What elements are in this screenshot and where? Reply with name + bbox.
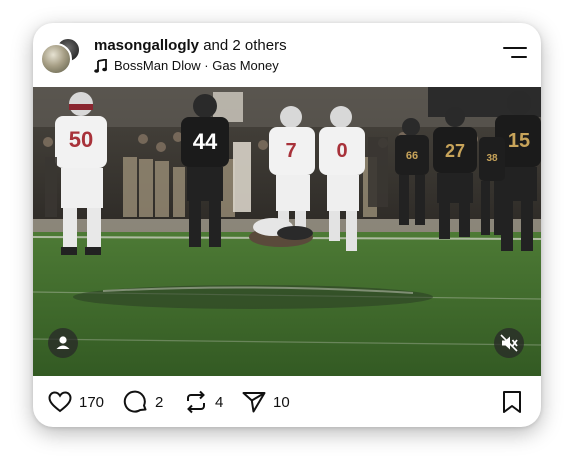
- music-note-icon: [94, 58, 107, 73]
- comment-count: 2: [155, 393, 164, 411]
- action-bar: 170 2 4 10: [33, 376, 541, 427]
- svg-text:44: 44: [193, 129, 218, 154]
- repost-count: 4: [215, 393, 224, 411]
- avatar: [40, 43, 72, 75]
- user-tag-icon: [56, 336, 70, 349]
- music-info[interactable]: BossMan Dlow · Gas Money: [94, 58, 279, 73]
- repost-icon: [187, 390, 205, 414]
- user-tag-button[interactable]: [48, 328, 78, 358]
- share-count: 10: [273, 393, 290, 411]
- repost-button[interactable]: 4: [183, 389, 223, 415]
- svg-text:0: 0: [336, 140, 347, 162]
- comment-icon: [123, 390, 147, 413]
- heart-icon: [48, 391, 72, 413]
- mute-button[interactable]: [494, 328, 524, 358]
- menu-icon[interactable]: [503, 45, 527, 61]
- like-count: 170: [79, 393, 105, 411]
- svg-text:66: 66: [406, 150, 418, 162]
- like-button[interactable]: 170: [47, 389, 104, 415]
- svg-text:38: 38: [486, 153, 498, 164]
- username[interactable]: masongallogly: [94, 37, 199, 54]
- share-icon: [242, 392, 266, 413]
- svg-text:50: 50: [69, 127, 93, 152]
- svg-text:27: 27: [445, 141, 465, 161]
- avatar-group[interactable]: [40, 37, 82, 79]
- bookmark-icon[interactable]: [499, 389, 525, 415]
- mute-icon: [500, 334, 518, 352]
- svg-text:15: 15: [508, 130, 530, 152]
- post-card: masongallogly and 2 others BossMan Dlow …: [33, 23, 541, 427]
- music-track: BossMan Dlow · Gas Money: [114, 58, 279, 73]
- author-line[interactable]: masongallogly and 2 others: [94, 37, 287, 54]
- comment-button[interactable]: 2: [123, 389, 163, 415]
- svg-text:7: 7: [285, 140, 296, 162]
- post-photo[interactable]: 50 7 0 44 27 15 66 38: [33, 87, 541, 376]
- football-scene: 50 7 0 44 27 15 66 38: [33, 87, 541, 376]
- post-header: masongallogly and 2 others BossMan Dlow …: [33, 23, 541, 87]
- coauthors-text[interactable]: and 2 others: [199, 37, 286, 54]
- share-button[interactable]: 10: [241, 389, 290, 415]
